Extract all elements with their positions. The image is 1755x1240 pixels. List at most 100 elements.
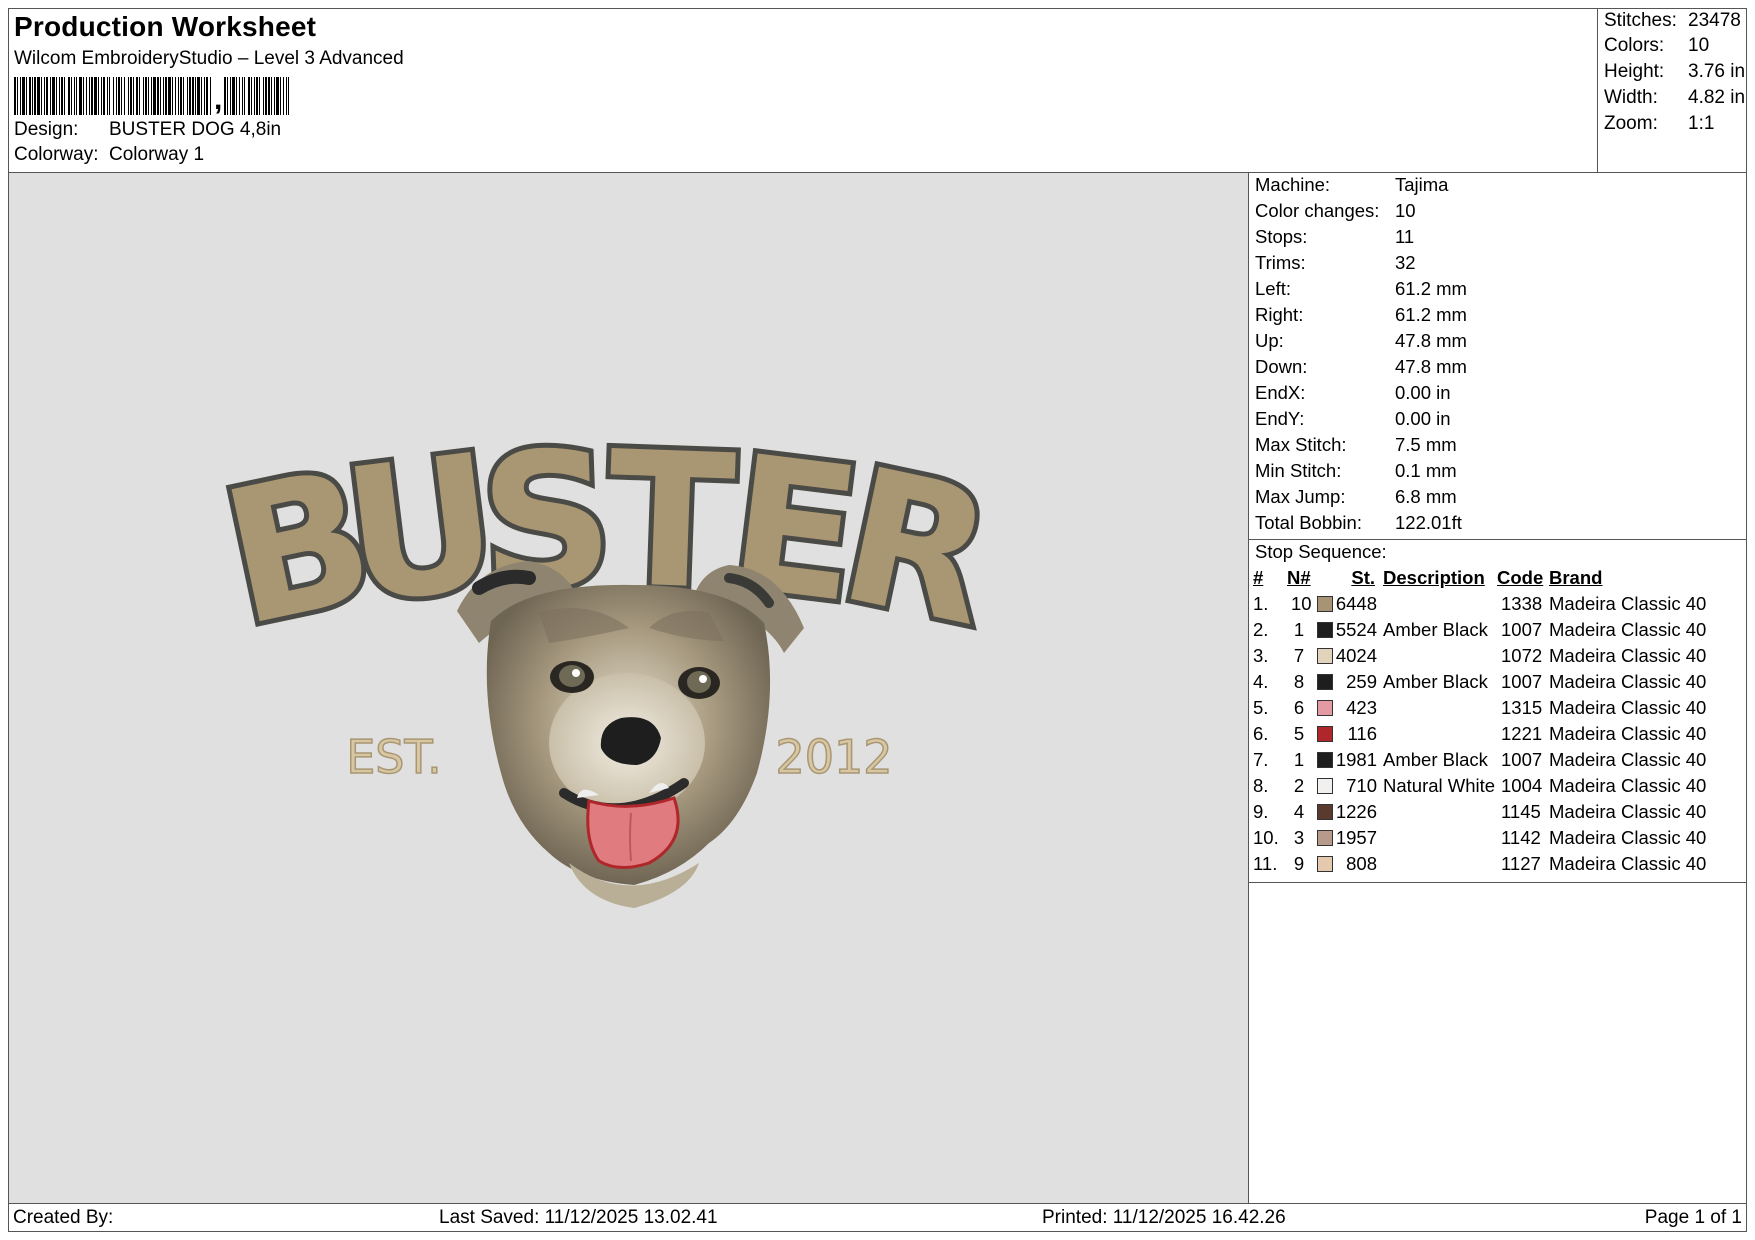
stat-zoom: Zoom: 1:1 bbox=[1604, 113, 1714, 135]
row-index: 7. bbox=[1253, 749, 1269, 770]
thread-brand: Madeira Classic 40 bbox=[1549, 853, 1707, 874]
thread-code: 1145 bbox=[1501, 801, 1541, 822]
row-index: 2. bbox=[1253, 619, 1269, 640]
thread-color-swatch bbox=[1317, 622, 1333, 638]
info-label: Color changes: bbox=[1255, 200, 1380, 221]
info-label: Max Jump: bbox=[1255, 486, 1346, 507]
page-title: Production Worksheet bbox=[14, 11, 317, 42]
stitch-count: 5524 bbox=[1335, 619, 1377, 640]
info-machine: Machine: Tajima bbox=[1255, 174, 1448, 196]
thread-color-swatch bbox=[1317, 804, 1333, 820]
row-index: 9. bbox=[1253, 801, 1269, 822]
row-index: 11. bbox=[1253, 853, 1278, 874]
thread-code: 1315 bbox=[1501, 697, 1543, 718]
production-worksheet: Production Worksheet Wilcom EmbroiderySt… bbox=[8, 8, 1747, 1232]
thread-color-swatch bbox=[1317, 596, 1333, 612]
col-header-brand: Brand bbox=[1549, 567, 1603, 588]
stitch-count: 423 bbox=[1346, 697, 1377, 718]
stat-label: Height: bbox=[1604, 61, 1665, 82]
info-right: Right: 61.2 mm bbox=[1255, 304, 1467, 326]
design-stats: Stitches: 23478 Colors: 10 Height: 3.76 in … bbox=[1598, 9, 1746, 173]
thread-color-swatch bbox=[1317, 674, 1333, 690]
stitch-count: 1226 bbox=[1335, 801, 1377, 822]
info-value: 7.5 mm bbox=[1395, 434, 1457, 455]
design-label: Design: bbox=[14, 119, 79, 140]
thread-code: 1004 bbox=[1501, 775, 1543, 796]
thread-brand: Madeira Classic 40 bbox=[1549, 775, 1707, 796]
colorway-label: Colorway: bbox=[14, 144, 99, 165]
needle-number: 10 bbox=[1291, 593, 1312, 614]
stat-value: 1:1 bbox=[1688, 113, 1715, 134]
stat-label: Colors: bbox=[1604, 35, 1665, 56]
needle-number: 6 bbox=[1293, 697, 1305, 718]
stat-label: Stitches: bbox=[1604, 10, 1677, 31]
col-header-stitches: St. bbox=[1351, 567, 1375, 588]
needle-number: 9 bbox=[1293, 853, 1305, 874]
row-index: 5. bbox=[1253, 697, 1269, 718]
stat-value: 3.76 in bbox=[1688, 61, 1746, 82]
thread-code: 1007 bbox=[1501, 749, 1543, 770]
row-index: 3. bbox=[1253, 645, 1269, 666]
info-value: Tajima bbox=[1395, 174, 1449, 195]
stat-label: Width: bbox=[1604, 87, 1658, 108]
thread-code: 1072 bbox=[1501, 645, 1543, 666]
divider bbox=[1249, 882, 1746, 883]
info-label: Left: bbox=[1255, 278, 1291, 299]
thread-code: 1007 bbox=[1501, 671, 1543, 692]
info-value: 47.8 mm bbox=[1395, 356, 1467, 377]
design-value: BUSTER DOG 4,8in bbox=[109, 119, 282, 140]
thread-brand: Madeira Classic 40 bbox=[1549, 749, 1707, 770]
stat-value: 4.82 in bbox=[1688, 87, 1746, 108]
thread-code: 1007 bbox=[1501, 619, 1543, 640]
info-value: 32 bbox=[1395, 252, 1416, 273]
thread-color-swatch bbox=[1317, 778, 1333, 794]
stitch-count: 259 bbox=[1346, 671, 1377, 692]
stitch-count: 1957 bbox=[1335, 827, 1377, 848]
needle-number: 1 bbox=[1293, 749, 1305, 770]
thread-description: Amber Black bbox=[1383, 671, 1488, 692]
page-number: Page 1 of 1 bbox=[1644, 1207, 1742, 1228]
info-label: Down: bbox=[1255, 356, 1308, 377]
printed-date: Printed: 11/12/2025 16.42.26 bbox=[1042, 1207, 1286, 1228]
info-label: EndY: bbox=[1255, 408, 1305, 429]
info-label: Trims: bbox=[1255, 252, 1306, 273]
stat-value: 10 bbox=[1688, 35, 1710, 56]
info-endx: EndX: 0.00 in bbox=[1255, 382, 1451, 404]
col-header-n: N# bbox=[1287, 567, 1311, 588]
design-preview: B U S T E R EST. 2012 bbox=[9, 173, 1249, 1203]
row-index: 4. bbox=[1253, 671, 1269, 692]
stat-label: Zoom: bbox=[1604, 113, 1658, 134]
info-up: Up: 47.8 mm bbox=[1255, 330, 1467, 352]
row-index: 6. bbox=[1253, 723, 1269, 744]
thread-code: 1338 bbox=[1501, 593, 1543, 614]
info-value: 10 bbox=[1395, 200, 1416, 221]
thread-brand: Madeira Classic 40 bbox=[1549, 645, 1707, 666]
needle-number: 4 bbox=[1293, 801, 1305, 822]
info-stops: Stops: 11 bbox=[1255, 226, 1414, 248]
software-name: Wilcom EmbroideryStudio – Level 3 Advanc… bbox=[14, 48, 404, 69]
info-label: Max Stitch: bbox=[1255, 434, 1347, 455]
col-header-code: Code bbox=[1497, 567, 1544, 588]
thread-brand: Madeira Classic 40 bbox=[1549, 593, 1707, 614]
info-label: Min Stitch: bbox=[1255, 460, 1342, 481]
created-by: Created By: bbox=[13, 1207, 114, 1228]
thread-brand: Madeira Classic 40 bbox=[1549, 697, 1707, 718]
stitch-count: 6448 bbox=[1335, 593, 1377, 614]
info-label: Up: bbox=[1255, 330, 1284, 351]
info-down: Down: 47.8 mm bbox=[1255, 356, 1467, 378]
info-label: Machine: bbox=[1255, 174, 1331, 195]
info-trims: Trims: 32 bbox=[1255, 252, 1416, 274]
info-value: 47.8 mm bbox=[1395, 330, 1467, 351]
stitch-count: 1981 bbox=[1335, 749, 1377, 770]
needle-number: 7 bbox=[1293, 645, 1305, 666]
info-endy: EndY: 0.00 in bbox=[1255, 408, 1451, 430]
stat-colors: Colors: 10 bbox=[1604, 35, 1709, 57]
info-value: 122.01ft bbox=[1395, 512, 1462, 533]
stat-value: 23478 bbox=[1688, 10, 1741, 31]
thread-color-swatch bbox=[1317, 752, 1333, 768]
colorway-value: Colorway 1 bbox=[109, 144, 205, 165]
info-min-stitch: Min Stitch: 0.1 mm bbox=[1255, 460, 1457, 482]
thread-code: 1127 bbox=[1501, 853, 1541, 874]
row-index: 1. bbox=[1253, 593, 1269, 614]
needle-number: 2 bbox=[1293, 775, 1305, 796]
